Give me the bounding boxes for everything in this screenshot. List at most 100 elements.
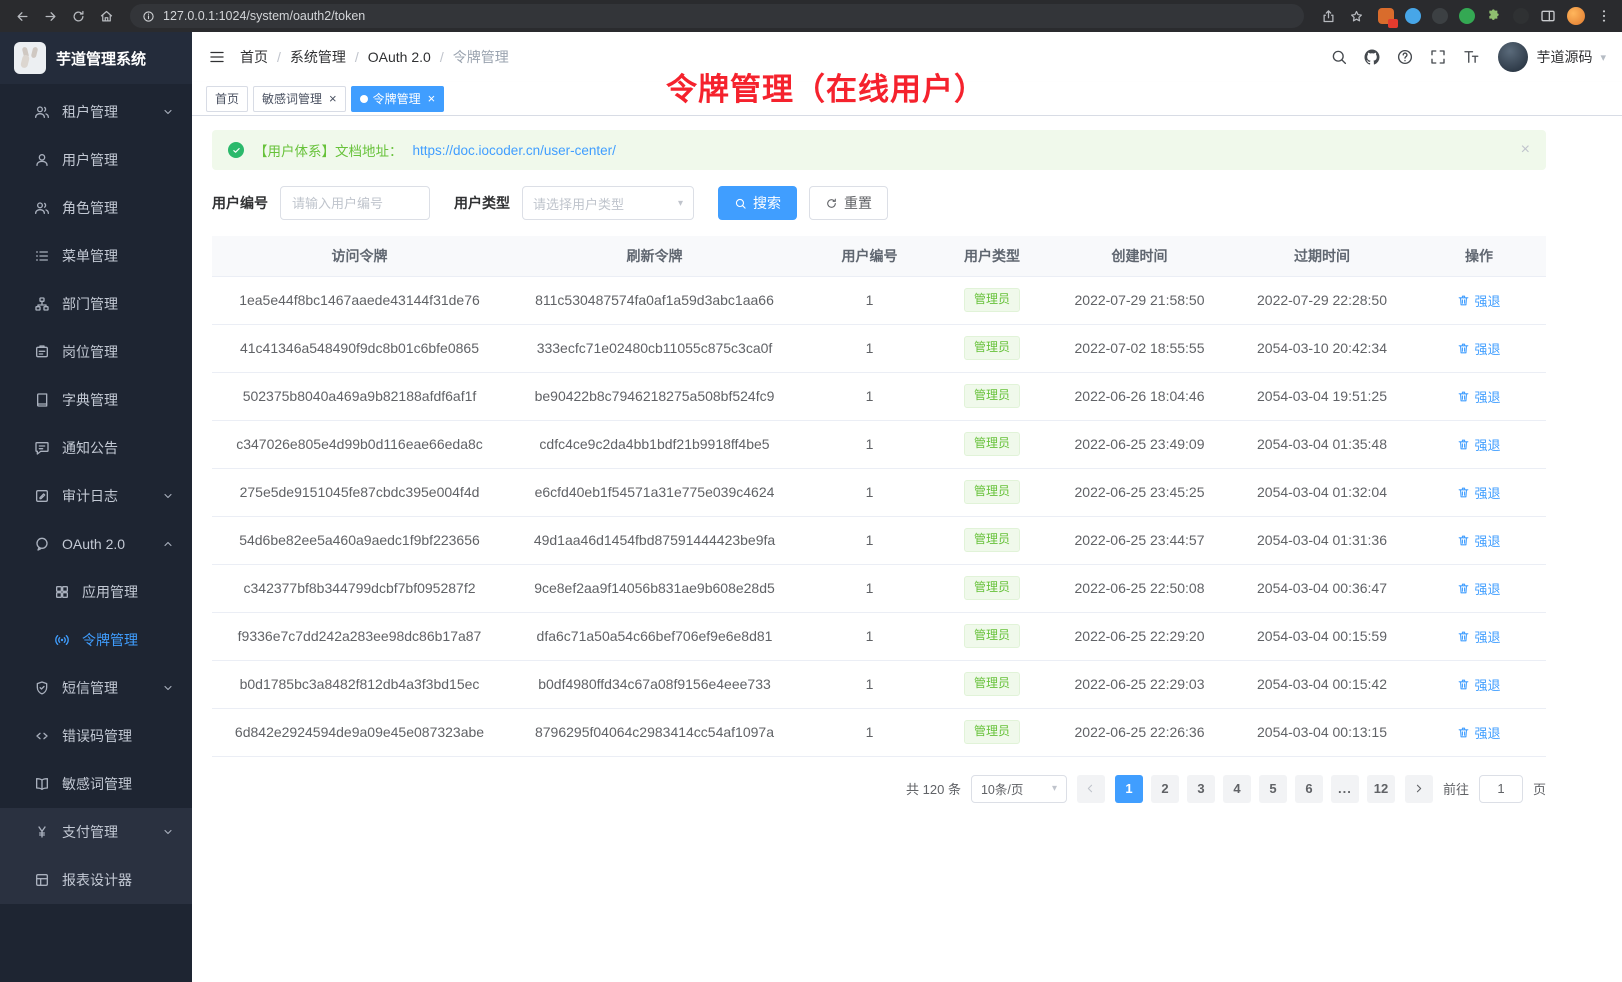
user-type-select[interactable]: 请选择用户类型 ▾ (522, 186, 694, 220)
chevron-down-icon: ▾ (678, 198, 683, 209)
force-logout-button[interactable]: 强退 (1457, 531, 1500, 550)
user-id-input[interactable] (280, 186, 430, 220)
pay-icon (34, 824, 50, 840)
force-logout-button[interactable]: 强退 (1457, 675, 1500, 694)
force-logout-label: 强退 (1474, 483, 1500, 502)
sidebar-item-report[interactable]: 报表设计器 (0, 856, 192, 904)
sidebar-item-oauth2-token[interactable]: 令牌管理 (0, 616, 192, 664)
search-icon (734, 197, 747, 210)
sidebar-item-pay[interactable]: 支付管理 (0, 808, 192, 856)
sidebar-item-post[interactable]: 岗位管理 (0, 328, 192, 376)
tab-close-icon[interactable]: × (329, 92, 337, 105)
browser-menu-icon[interactable] (1596, 8, 1612, 24)
page-button-12[interactable]: 12 (1367, 775, 1395, 803)
breadcrumb-item[interactable]: 系统管理 (290, 47, 346, 67)
extension-icon[interactable] (1513, 8, 1529, 24)
sidebar-item-role[interactable]: 角色管理 (0, 184, 192, 232)
next-page-button[interactable] (1405, 775, 1433, 803)
reload-button[interactable] (66, 4, 90, 28)
back-button[interactable] (10, 4, 34, 28)
column-header: 创建时间 (1047, 236, 1232, 276)
app-logo-row[interactable]: 芋道管理系统 (0, 32, 192, 84)
search-button[interactable] (1330, 48, 1348, 66)
page-button-1[interactable]: 1 (1115, 775, 1143, 803)
cell-access-token: f9336e7c7dd242a283ee98dc86b17a87 (212, 612, 507, 660)
question-button[interactable] (1396, 48, 1414, 66)
sidebar-item-menu[interactable]: 菜单管理 (0, 232, 192, 280)
force-logout-button[interactable]: 强退 (1457, 387, 1500, 406)
font-size-button[interactable] (1462, 48, 1480, 66)
sidebar-item-sms[interactable]: 短信管理 (0, 664, 192, 712)
sidebar-item-oauth2-app[interactable]: 应用管理 (0, 568, 192, 616)
fullscreen-button[interactable] (1429, 48, 1447, 66)
sidebar-item-error-code[interactable]: 错误码管理 (0, 712, 192, 760)
share-button[interactable] (1316, 4, 1340, 28)
sidebar-item-label: 通知公告 (62, 438, 118, 458)
force-logout-button[interactable]: 强退 (1457, 339, 1500, 358)
browser-profile-avatar[interactable] (1567, 7, 1585, 25)
breadcrumb-item[interactable]: 首页 (240, 47, 268, 67)
page-button-4[interactable]: 4 (1223, 775, 1251, 803)
alert-close-icon[interactable]: × (1521, 141, 1530, 159)
sidebar-item-audit-log[interactable]: 审计日志 (0, 472, 192, 520)
user-name: 芋道源码 (1536, 47, 1592, 67)
page-more-button[interactable]: ... (1331, 775, 1359, 803)
prev-page-button[interactable] (1077, 775, 1105, 803)
collapse-sidebar-icon[interactable] (208, 48, 226, 66)
home-button[interactable] (94, 4, 118, 28)
tab-home[interactable]: 首页 (206, 86, 248, 112)
cell-refresh-token: 9ce8ef2aa9f14056b831ae9b608e28d5 (507, 564, 802, 612)
sidebar-item-user[interactable]: 用户管理 (0, 136, 192, 184)
delete-icon (1457, 390, 1470, 403)
sidebar-item-dict[interactable]: 字典管理 (0, 376, 192, 424)
sidebar-item-dept[interactable]: 部门管理 (0, 280, 192, 328)
page-button-5[interactable]: 5 (1259, 775, 1287, 803)
search-button-label: 搜索 (753, 193, 781, 213)
page-button-6[interactable]: 6 (1295, 775, 1323, 803)
cell-expire-time: 2054-03-04 19:51:25 (1232, 372, 1412, 420)
column-header: 用户类型 (937, 236, 1047, 276)
puzzle-extensions-icon[interactable] (1486, 8, 1502, 24)
tab-close-icon[interactable]: × (428, 92, 436, 105)
extension-icon[interactable] (1459, 8, 1475, 24)
tab-token[interactable]: 令牌管理× (351, 86, 445, 112)
tab-sensitive-word[interactable]: 敏感词管理× (253, 86, 346, 112)
extension-icon[interactable] (1378, 8, 1394, 24)
force-logout-button[interactable]: 强退 (1457, 483, 1500, 502)
force-logout-label: 强退 (1474, 723, 1500, 742)
page-size-select[interactable]: 10条/页 ▾ (971, 775, 1067, 803)
breadcrumb-item[interactable]: OAuth 2.0 (368, 49, 431, 65)
split-view-icon[interactable] (1540, 8, 1556, 24)
reset-button[interactable]: 重置 (809, 186, 888, 220)
force-logout-button[interactable]: 强退 (1457, 291, 1500, 310)
extension-icon[interactable] (1405, 8, 1421, 24)
github-button[interactable] (1363, 48, 1381, 66)
column-header: 操作 (1412, 236, 1546, 276)
url-bar[interactable]: 127.0.0.1:1024/system/oauth2/token (130, 4, 1304, 28)
bookmark-star-button[interactable] (1344, 4, 1368, 28)
force-logout-button[interactable]: 强退 (1457, 579, 1500, 598)
back-icon (15, 9, 30, 24)
force-logout-button[interactable]: 强退 (1457, 627, 1500, 646)
cell-create-time: 2022-06-25 23:49:09 (1047, 420, 1232, 468)
page-button-2[interactable]: 2 (1151, 775, 1179, 803)
user-menu[interactable]: 芋道源码 ▾ (1498, 42, 1606, 72)
goto-page-input[interactable] (1479, 775, 1523, 803)
forward-button[interactable] (38, 4, 62, 28)
doc-link[interactable]: https://doc.iocoder.cn/user-center/ (413, 143, 616, 158)
extension-icon[interactable] (1432, 8, 1448, 24)
force-logout-button[interactable]: 强退 (1457, 435, 1500, 454)
app-title: 芋道管理系统 (56, 48, 146, 69)
sidebar-item-sensitive-word[interactable]: 敏感词管理 (0, 760, 192, 808)
force-logout-button[interactable]: 强退 (1457, 723, 1500, 742)
cell-access-token: 1ea5e44f8bc1467aaede43144f31de76 (212, 276, 507, 324)
table-row: 275e5de9151045fe87cbdc395e004f4de6cfd40e… (212, 468, 1546, 516)
sidebar-item-notice[interactable]: 通知公告 (0, 424, 192, 472)
cell-create-time: 2022-06-25 22:26:36 (1047, 708, 1232, 756)
page-button-3[interactable]: 3 (1187, 775, 1215, 803)
sidebar-item-tenant[interactable]: 租户管理 (0, 88, 192, 136)
sidebar-item-label: 租户管理 (62, 102, 118, 122)
sidebar-item-oauth2[interactable]: OAuth 2.0 (0, 520, 192, 568)
search-button[interactable]: 搜索 (718, 186, 797, 220)
cell-refresh-token: dfa6c71a50a54c66bef706ef9e6e8d81 (507, 612, 802, 660)
